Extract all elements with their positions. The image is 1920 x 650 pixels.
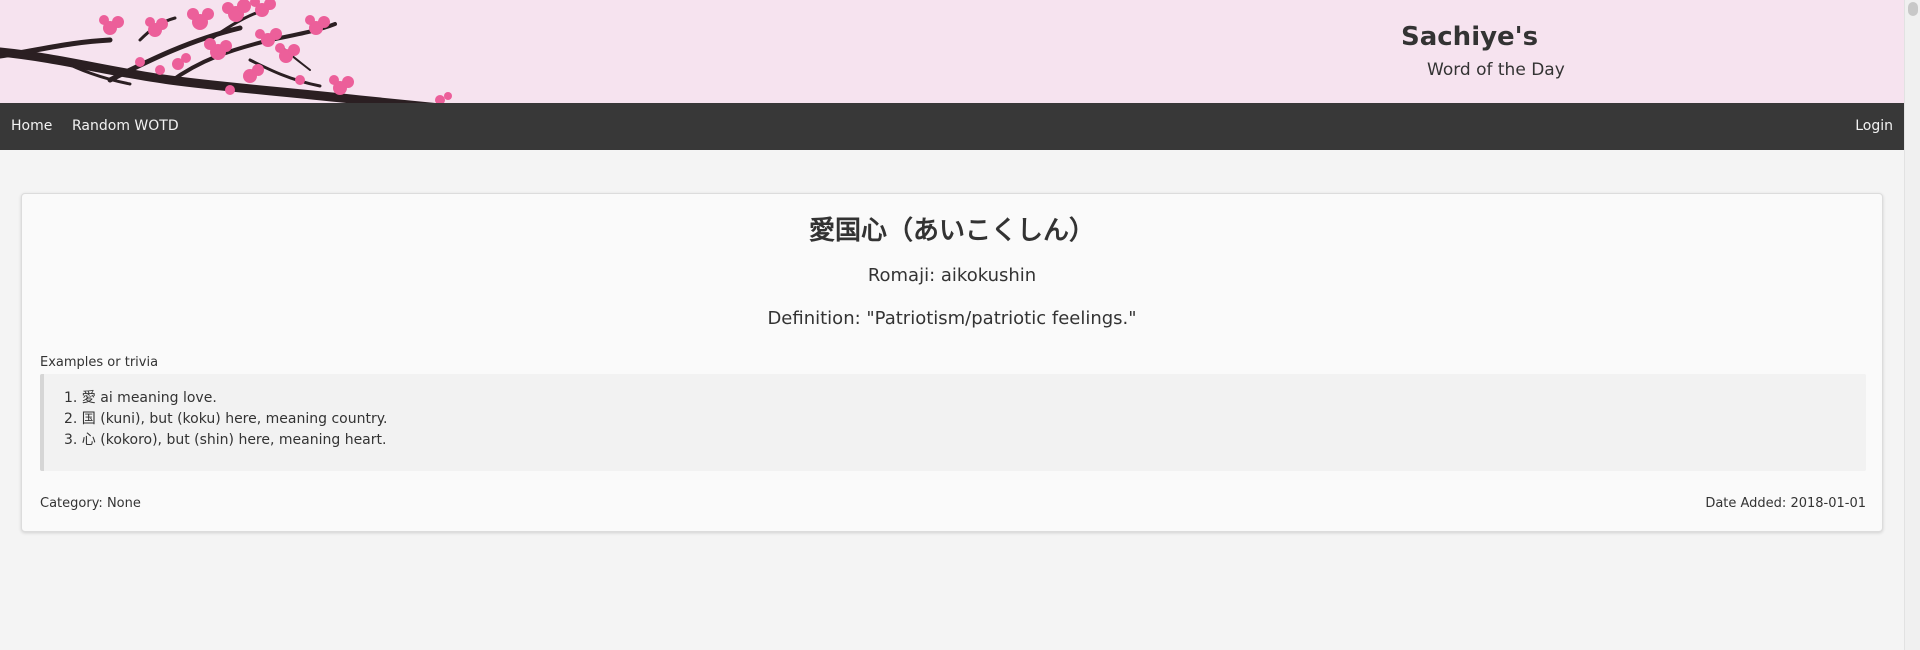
nav-home-link[interactable]: Home [11,103,52,150]
nav-login-link[interactable]: Login [1855,103,1893,150]
trivia-item: 3. 心 (kokoro), but (shin) here, meaning … [64,432,387,448]
site-subtitle: Word of the Day [1427,60,1565,80]
trivia-list: 1. 愛 ai meaning love. 2. 国 (kuni), but (… [64,388,387,451]
scrollbar-thumb[interactable] [1908,2,1918,16]
word-title: 愛国心（あいこくしん） [808,216,1095,246]
trivia-item: 2. 国 (kuni), but (koku) here, meaning co… [64,411,388,427]
date-added-label: Date Added: 2018-01-01 [1705,496,1866,511]
site-title: Sachiye's [1401,22,1539,52]
category-label: Category: None [40,496,141,511]
cherry-blossom-branch-image [0,0,452,103]
trivia-section-label: Examples or trivia [40,355,159,370]
trivia-blockquote: 1. 愛 ai meaning love. 2. 国 (kuni), but (… [40,374,1866,471]
word-definition: Definition: "Patriotism/patriotic feelin… [767,308,1137,329]
nav-random-wotd-link[interactable]: Random WOTD [72,103,179,150]
page: Sachiye's Word of the Day Home Random WO… [0,0,1920,650]
word-card: 愛国心（あいこくしん） Romaji: aikokushin Definitio… [21,193,1883,532]
word-romaji: Romaji: aikokushin [867,265,1037,286]
main-navbar: Home Random WOTD Login [0,103,1904,150]
trivia-item: 1. 愛 ai meaning love. [64,390,217,406]
site-header-banner: Sachiye's Word of the Day [0,0,1904,103]
vertical-scrollbar[interactable] [1904,0,1920,650]
